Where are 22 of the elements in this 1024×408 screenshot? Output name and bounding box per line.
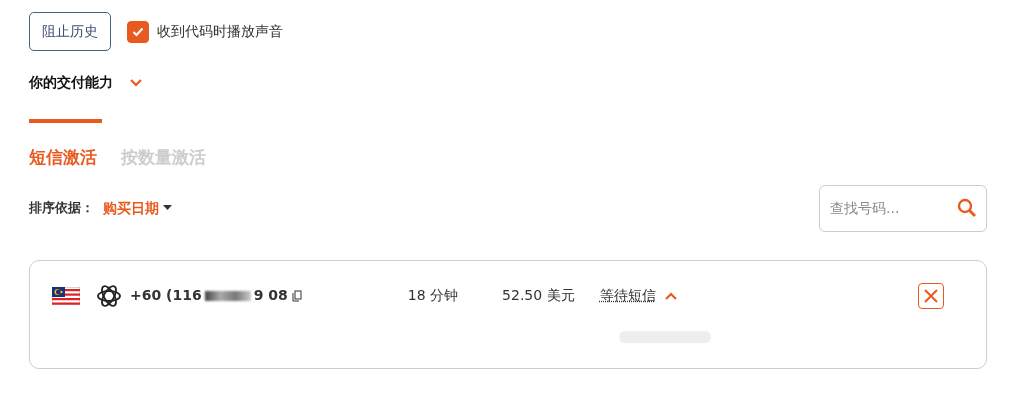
price-text: 52.50 美元 (502, 286, 575, 305)
chevron-icon[interactable] (129, 77, 143, 88)
close-icon (923, 287, 939, 304)
chevron-icon[interactable] (663, 290, 678, 301)
knot-logo-icon (96, 282, 122, 309)
block-history-button[interactable]: 阻止历史 (29, 12, 111, 51)
close-button[interactable] (918, 282, 944, 309)
duration-text: 18 分钟 (407, 286, 459, 305)
status-text: 等待短信 (599, 286, 656, 305)
checkbox-label: 收到代码时播放声音 (157, 22, 283, 41)
checkbox[interactable] (127, 20, 149, 43)
sort-label: 排序依据： (29, 199, 94, 218)
copy-icon[interactable] (291, 289, 302, 302)
search-field[interactable]: 查找号码... (819, 184, 987, 232)
section-title: 你的交付能力 (29, 73, 113, 92)
flag-icon (52, 286, 80, 305)
tab[interactable]: 短信激活 (29, 145, 97, 171)
caret-icon (163, 205, 172, 211)
search-icon[interactable] (957, 197, 977, 218)
sort-dropdown[interactable]: 购买日期 (102, 196, 173, 220)
check-icon (132, 26, 144, 37)
phone-number: +60 (116 9 08 (130, 286, 288, 305)
